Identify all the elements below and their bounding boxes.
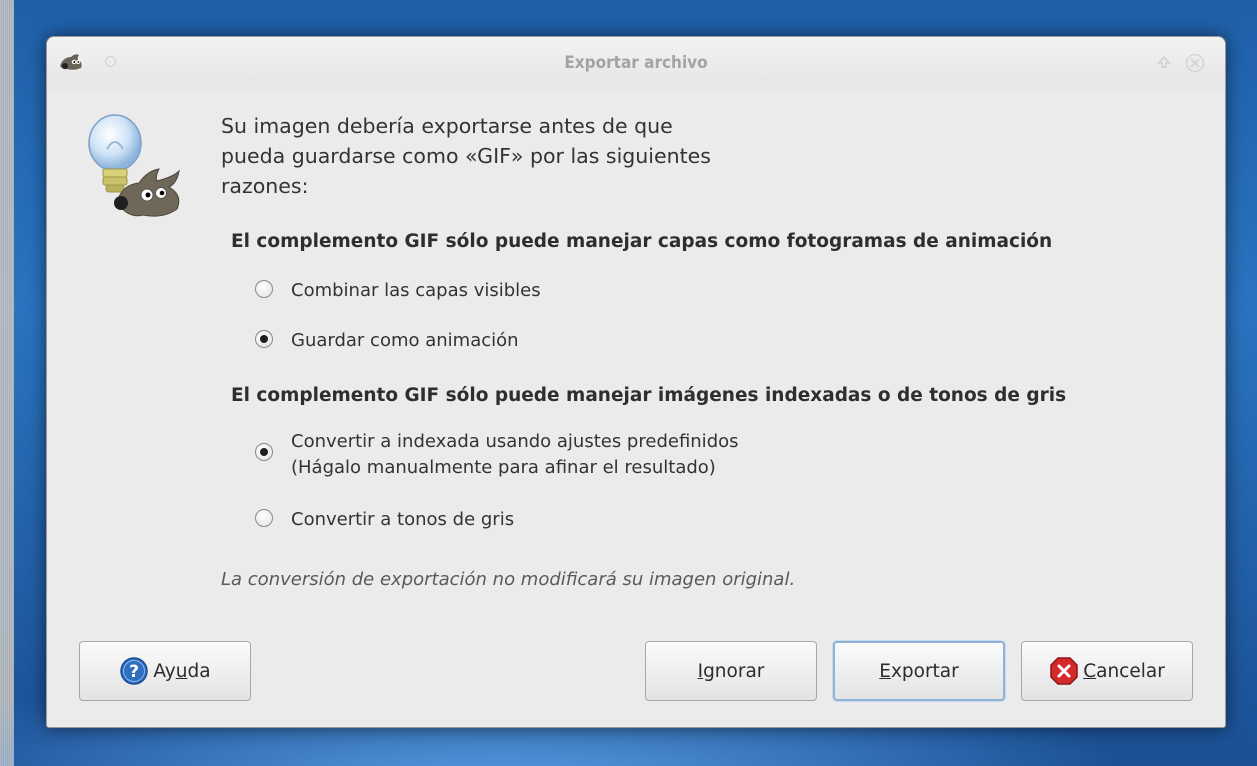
merge-layers-option[interactable]: Combinar las capas visibles <box>255 278 541 304</box>
save-as-animation-label[interactable]: Guardar como animación <box>291 328 519 354</box>
export-button[interactable]: Exportar <box>833 641 1005 701</box>
intro-line: pueda guardarse como «GIF» por las sigui… <box>221 144 711 168</box>
intro-line: razones: <box>221 174 309 198</box>
help-button[interactable]: ? Ayuda <box>79 641 251 701</box>
conversion-note: La conversión de exportación no modifica… <box>221 569 796 590</box>
merge-layers-radio[interactable] <box>255 280 273 298</box>
ignore-button-label: Ignorar <box>697 660 765 682</box>
cancel-button-label: Cancelar <box>1083 660 1165 682</box>
merge-layers-label[interactable]: Combinar las capas visibles <box>291 278 541 304</box>
svg-text:?: ? <box>129 662 139 682</box>
color-section-heading: El complemento GIF sólo puede manejar im… <box>231 385 1067 406</box>
intro-line: Su imagen debería exportarse antes de qu… <box>221 114 673 138</box>
convert-indexed-label-line2: (Hágalo manualmente para afinar el resul… <box>291 457 716 478</box>
help-icon: ? <box>120 657 149 685</box>
cancel-icon <box>1050 657 1078 685</box>
layers-section-heading: El complemento GIF sólo puede manejar ca… <box>231 231 1053 252</box>
convert-grayscale-option[interactable]: Convertir a tonos de gris <box>255 507 514 533</box>
export-button-label: Exportar <box>879 660 959 682</box>
title-bar[interactable]: Exportar archivo <box>47 37 1225 89</box>
keep-above-icon[interactable] <box>1157 55 1171 69</box>
convert-grayscale-radio[interactable] <box>255 509 273 527</box>
convert-grayscale-label[interactable]: Convertir a tonos de gris <box>291 507 514 533</box>
save-as-animation-radio[interactable] <box>255 330 273 348</box>
save-as-animation-option[interactable]: Guardar como animación <box>255 328 519 354</box>
convert-indexed-label[interactable]: Convertir a indexada usando ajustes pred… <box>291 429 739 481</box>
convert-indexed-label-line1: Convertir a indexada usando ajustes pred… <box>291 431 739 452</box>
intro-text: Su imagen debería exportarse antes de qu… <box>221 111 841 201</box>
window-title: Exportar archivo <box>564 53 708 73</box>
export-dialog: Exportar archivo Su imagen debería expor… <box>46 36 1226 728</box>
help-button-label: Ayuda <box>153 660 211 682</box>
gimp-lightbulb-icon <box>88 114 180 217</box>
ignore-button[interactable]: Ignorar <box>645 641 817 701</box>
cancel-button[interactable]: Cancelar <box>1021 641 1193 701</box>
close-icon[interactable] <box>1185 53 1205 73</box>
convert-indexed-option[interactable]: Convertir a indexada usando ajustes pred… <box>255 429 739 481</box>
convert-indexed-radio[interactable] <box>255 443 273 461</box>
